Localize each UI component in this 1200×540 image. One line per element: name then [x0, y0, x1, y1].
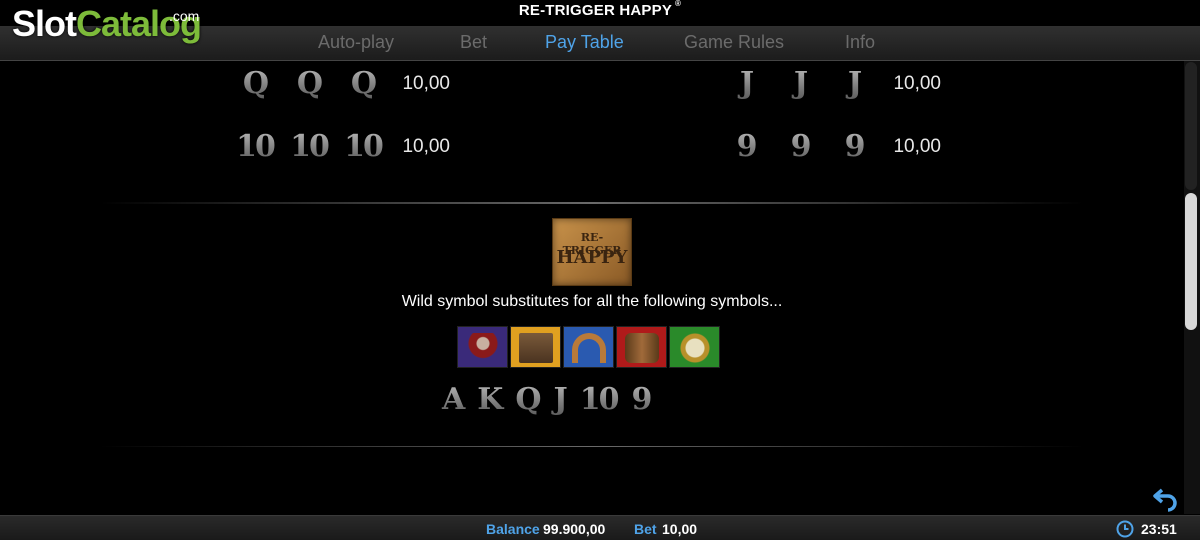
clock-time: 23:51	[1141, 521, 1177, 537]
wild-logo-line2: HAPPY	[556, 247, 628, 268]
logo-dotcom-text: .com	[169, 8, 200, 24]
symbol-j: J	[831, 67, 877, 101]
pocket-watch-icon	[669, 326, 720, 368]
balance-label: Balance	[486, 521, 540, 537]
section-divider	[100, 446, 1084, 447]
paytable-row-10: 10 10 10 10,00	[232, 130, 450, 170]
tab-auto-play[interactable]: Auto-play	[318, 32, 394, 53]
symbol-a: A	[438, 383, 467, 417]
symbol-10: 10	[340, 130, 386, 164]
symbol-9: 9	[627, 383, 654, 417]
wild-symbol-logo: RE-TRIGGER HAPPY	[552, 218, 632, 286]
symbol-q: Q	[340, 67, 386, 101]
logo-slot-text: Slot	[12, 3, 77, 44]
tab-info[interactable]: Info	[845, 32, 875, 53]
paytable-row-j: JJJ 10,00	[723, 67, 941, 107]
paytable-content: QQQ 10,00 JJJ 10,00 10 10 10 10,00 999 10,…	[0, 61, 1184, 514]
symbol-k: K	[473, 383, 505, 417]
substituted-icons	[457, 326, 722, 370]
symbol-j: J	[723, 67, 769, 101]
symbol-10: 10	[576, 383, 622, 417]
symbol-9: 9	[723, 130, 769, 164]
scrollbar-upper	[1185, 62, 1197, 190]
symbol-9: 9	[831, 130, 877, 164]
slotcatalog-logo: SlotCatalog .com	[12, 3, 202, 44]
section-divider	[100, 202, 1084, 204]
balance-value: 99.900,00	[543, 521, 606, 537]
back-button[interactable]	[1152, 484, 1180, 512]
game-title-text: RE-TRIGGER HAPPY	[518, 2, 673, 19]
wild-description: Wild symbol substitutes for all the foll…	[401, 293, 783, 310]
bandit-icon	[457, 326, 508, 368]
payout-value: 10,00	[402, 136, 450, 157]
payout-value: 10,00	[893, 136, 941, 157]
saloon-icon	[510, 326, 561, 368]
scrollbar-thumb[interactable]	[1185, 193, 1197, 330]
tab-pay-table[interactable]: Pay Table	[545, 32, 624, 53]
symbol-q: Q	[286, 67, 332, 101]
tab-game-rules[interactable]: Game Rules	[684, 32, 784, 53]
payout-value: 10,00	[893, 73, 941, 94]
symbol-10: 10	[232, 130, 278, 164]
horseshoe-icon	[563, 326, 614, 368]
symbol-q: Q	[511, 383, 543, 417]
paytable-row-q: QQQ 10,00	[232, 67, 450, 107]
bet-label: Bet	[634, 521, 657, 537]
undo-arrow-icon	[1153, 488, 1177, 512]
tab-bet[interactable]: Bet	[460, 32, 487, 53]
symbol-10: 10	[286, 130, 332, 164]
substituted-card-symbols: A K Q J 10 9	[438, 383, 660, 417]
symbol-j: J	[550, 383, 570, 417]
registered-mark: ®	[675, 0, 682, 8]
paytable-row-9: 999 10,00	[723, 130, 941, 170]
payout-value: 10,00	[402, 73, 450, 94]
status-bar: Balance 99.900,00 Bet 10,00 23:51	[0, 515, 1200, 540]
clock-icon	[1116, 520, 1134, 538]
barrel-icon	[616, 326, 667, 368]
symbol-q: Q	[232, 67, 278, 101]
symbol-9: 9	[777, 130, 823, 164]
bet-value: 10,00	[662, 521, 698, 537]
symbol-j: J	[777, 67, 823, 101]
